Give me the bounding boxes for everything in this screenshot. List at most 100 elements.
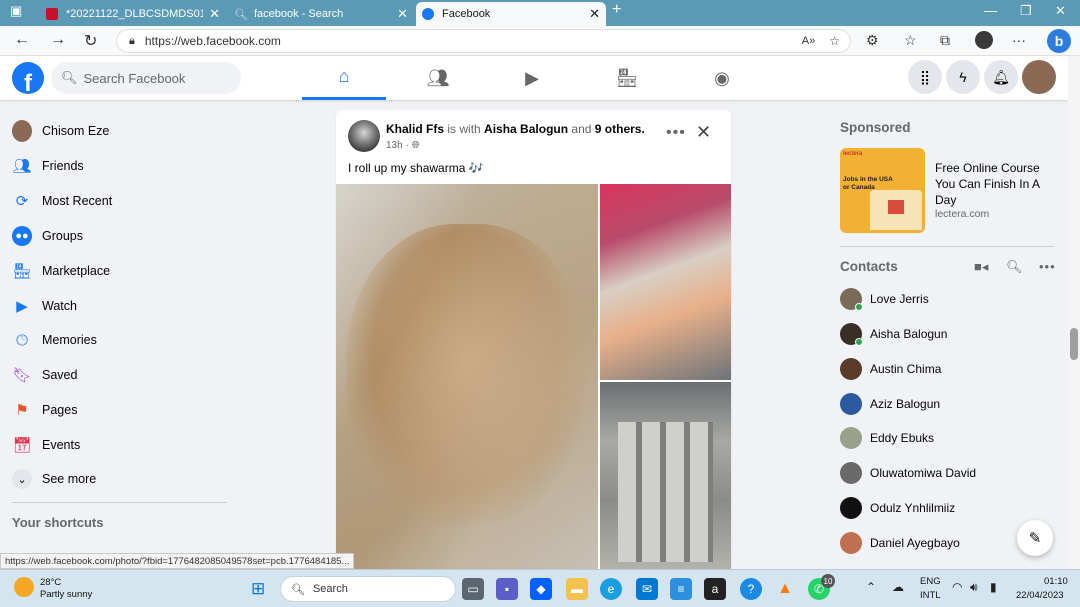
bing-icon[interactable]: b — [1047, 29, 1071, 53]
post-tagged-name[interactable]: Aisha Balogun — [484, 122, 568, 136]
language-bottom[interactable]: INTL — [920, 590, 941, 601]
favorite-icon[interactable]: ☆ — [829, 34, 840, 48]
facebook-logo-icon[interactable]: f — [12, 62, 44, 94]
sidebar-item-memories[interactable]: 🕒︎ Memories — [12, 323, 97, 357]
contact-item[interactable]: Love Jerris — [840, 282, 929, 316]
collections-icon[interactable]: ⧉ — [940, 32, 950, 49]
sidebar-item-pages[interactable]: ⚑ Pages — [12, 393, 77, 427]
contact-item[interactable]: Austin Chima — [840, 352, 941, 386]
amazon-icon[interactable]: a — [704, 578, 726, 600]
home-icon: ⌂ — [338, 66, 350, 86]
tab-facebook-search[interactable]: 🔍︎ facebook - Search ✕ — [228, 2, 414, 26]
sidebar-item-most-recent[interactable]: ⟳ Most Recent — [12, 184, 112, 218]
messenger-button[interactable]: ϟ — [946, 60, 980, 94]
dropbox-icon[interactable]: ◆ — [530, 578, 552, 600]
post-time[interactable]: 13h — [386, 140, 403, 151]
restore-icon[interactable]: ❐ — [1020, 3, 1032, 19]
tab-pdf[interactable]: *20221122_DLBCSDMDS01_Cou ✕ — [40, 2, 226, 26]
window-close-icon[interactable]: ✕ — [1055, 3, 1066, 19]
cloud-icon[interactable]: ☁ — [892, 580, 904, 594]
taskbar-search[interactable]: 🔍︎ Search — [280, 576, 456, 602]
new-tab-icon[interactable]: + — [612, 1, 621, 19]
help-icon[interactable]: ? — [740, 578, 762, 600]
sidebar-item-profile[interactable]: Chisom Eze — [12, 114, 109, 148]
sidebar-item-saved[interactable]: 🔖︎ Saved — [12, 358, 77, 392]
language-top[interactable]: ENG — [920, 576, 941, 587]
contact-item[interactable]: Oluwatomiwa David — [840, 456, 976, 490]
close-icon[interactable]: ✕ — [391, 6, 408, 22]
sidebar-item-events[interactable]: 📅︎ Events — [12, 428, 80, 462]
search-icon[interactable]: 🔍︎ — [1006, 259, 1023, 275]
sidebar-item-label: Pages — [42, 403, 78, 417]
favorites-icon[interactable]: ☆ — [904, 32, 917, 49]
nav-groups-tab[interactable]: ◉ — [680, 56, 764, 100]
ad-title[interactable]: Free Online Course You Can Finish In A D… — [935, 160, 1055, 208]
post-photo-main[interactable] — [336, 184, 598, 580]
contact-item[interactable]: Eddy Ebuks — [840, 421, 934, 455]
task-view-icon[interactable]: ▭ — [462, 578, 484, 600]
back-icon[interactable]: ← — [14, 31, 30, 49]
battery-icon[interactable]: ▮ — [990, 580, 997, 594]
menu-button[interactable]: ⣿ — [908, 60, 942, 94]
close-icon[interactable]: ✕ — [696, 122, 711, 143]
video-call-icon[interactable]: ■◂ — [974, 259, 988, 275]
post-author-avatar[interactable] — [348, 120, 380, 152]
clock-time[interactable]: 01:10 — [1044, 576, 1068, 587]
sidebar-item-watch[interactable]: ▶ Watch — [12, 289, 77, 323]
mail-icon[interactable]: ✉ — [636, 578, 658, 600]
contact-item[interactable]: Daniel Ayegbayo — [840, 526, 960, 560]
contact-item[interactable]: Odulz Ynhlilmiiz — [840, 491, 955, 525]
sidebar-item-friends[interactable]: 👥︎ Friends — [12, 149, 83, 183]
refresh-icon[interactable]: ↻ — [84, 31, 97, 51]
account-avatar[interactable] — [1022, 60, 1056, 94]
more-icon[interactable]: ··· — [1012, 32, 1026, 48]
edge-icon[interactable]: e — [600, 578, 622, 600]
tab-facebook[interactable]: Facebook ✕ — [416, 2, 606, 26]
notifications-button[interactable]: 🔔︎ — [984, 60, 1018, 94]
app-icon[interactable]: ≡ — [670, 578, 692, 600]
more-icon[interactable]: ••• — [1039, 259, 1056, 274]
contact-item[interactable]: Aisha Balogun — [840, 317, 947, 351]
post-tagged-others[interactable]: 9 others. — [595, 122, 645, 136]
post-author-name[interactable]: Khalid Ffs — [386, 122, 444, 136]
contact-item[interactable]: Aziz Balogun — [840, 387, 940, 421]
address-bar: ← → ↻ 🔒︎ https://web.facebook.com A» ☆ ⚙… — [0, 26, 1080, 56]
contact-avatar — [840, 393, 862, 415]
minimize-icon[interactable]: — — [984, 3, 997, 18]
weather-icon[interactable] — [14, 577, 34, 597]
ad-image[interactable]: lectera Jobs in the USA or Canada — [840, 148, 925, 233]
nav-watch-tab[interactable]: ▶ — [490, 56, 574, 100]
scrollbar-thumb[interactable] — [1070, 328, 1078, 360]
volume-icon[interactable]: 🔊︎ — [970, 580, 978, 595]
chat-icon[interactable]: ▪ — [496, 578, 518, 600]
extensions-icon[interactable]: ⚙ — [866, 32, 879, 49]
profile-icon[interactable] — [975, 31, 993, 49]
post-photo-bottom-right[interactable] — [600, 382, 731, 580]
tab-actions-icon[interactable]: ▣ — [10, 3, 22, 19]
clock-date[interactable]: 22/04/2023 — [1016, 590, 1064, 601]
file-explorer-icon[interactable]: ▬ — [566, 578, 588, 600]
page-scrollbar[interactable] — [1068, 56, 1080, 569]
sidebar-item-groups[interactable]: ●● Groups — [12, 219, 83, 253]
wifi-icon[interactable]: ◠ — [952, 580, 962, 594]
windows-start-icon[interactable]: ⊞ — [251, 579, 265, 599]
post-meta: 13h · 🌐︎ — [386, 140, 420, 151]
close-icon[interactable]: ✕ — [583, 6, 600, 22]
read-aloud-icon[interactable]: A» — [802, 35, 815, 47]
weather-desc[interactable]: Partly sunny — [40, 589, 92, 600]
close-icon[interactable]: ✕ — [203, 6, 220, 22]
nav-home-tab[interactable]: ⌂ — [302, 56, 386, 100]
post-more-icon[interactable]: ••• — [666, 124, 686, 142]
sidebar-see-more[interactable]: ⌄ See more — [12, 462, 96, 496]
vlc-icon[interactable]: ▲ — [774, 578, 796, 600]
search-input[interactable]: 🔍︎ Search Facebook — [51, 62, 241, 94]
url-field[interactable]: 🔒︎ https://web.facebook.com A» ☆ — [116, 29, 851, 53]
sidebar-item-marketplace[interactable]: 🏪︎ Marketplace — [12, 254, 110, 288]
chevron-up-icon[interactable]: ⌃ — [866, 580, 876, 594]
forward-icon[interactable]: → — [50, 31, 66, 49]
nav-friends-tab[interactable]: 👥︎ — [396, 56, 480, 100]
post-photo-top-right[interactable] — [600, 184, 731, 380]
new-message-button[interactable]: ✎ — [1017, 520, 1053, 556]
weather-temp[interactable]: 28°C — [40, 577, 61, 588]
nav-marketplace-tab[interactable]: 🏪︎ — [585, 56, 669, 100]
